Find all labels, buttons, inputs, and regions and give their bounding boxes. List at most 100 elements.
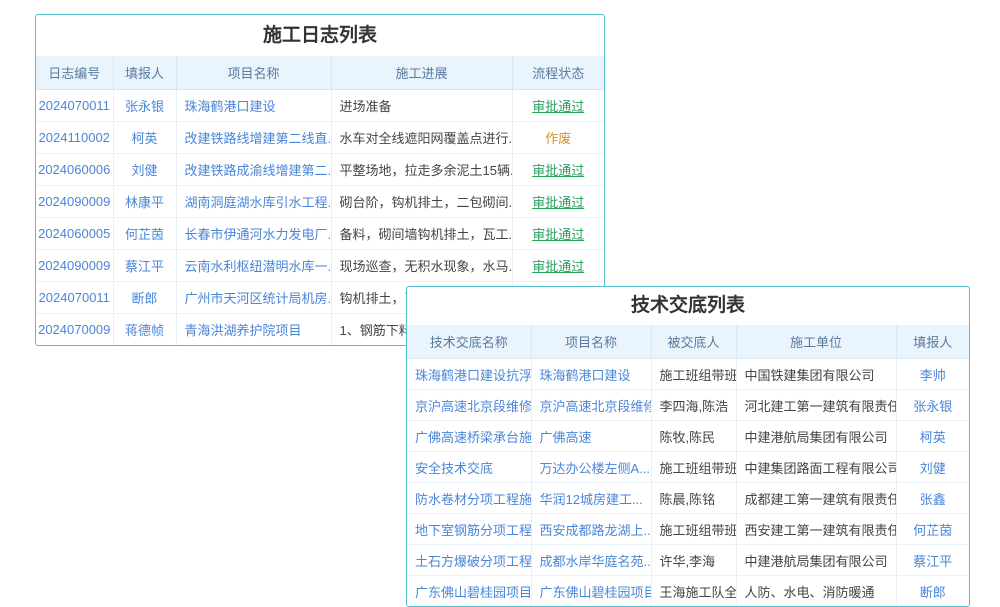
log-progress-cell: 进场准备 [331,90,512,122]
log-reporter-link[interactable]: 张永银 [113,90,176,122]
table-row: 2024060005 何芷茵 长春市伊通河水力发电厂... 备料，砌间墙钩机排土… [36,218,604,250]
log-id-link[interactable]: 2024060006 [36,154,113,186]
disclosure-reporter-link[interactable]: 断郎 [896,576,969,607]
log-status-link[interactable]: 作废 [512,122,604,154]
log-id-link[interactable]: 2024070011 [36,282,113,314]
log-id-link[interactable]: 2024090009 [36,186,113,218]
log-project-link[interactable]: 广州市天河区统计局机房... [176,282,331,314]
disclosure-receiver-cell: 陈牧,陈民 [651,421,736,452]
disclosure-receiver-cell: 施工班组带班... [651,452,736,483]
log-reporter-link[interactable]: 断郎 [113,282,176,314]
col-header-reporter: 填报人 [896,325,969,359]
table-row: 广东佛山碧桂园项目... 广东佛山碧桂园项目 王海施工队全队 人防、水电、消防暖… [407,576,969,607]
table-row: 2024110002 柯英 改建铁路线增建第二线直... 水车对全线遮阳网覆盖点… [36,122,604,154]
col-header-unit: 施工单位 [736,325,896,359]
log-reporter-link[interactable]: 刘健 [113,154,176,186]
disclosure-unit-cell: 人防、水电、消防暖通 [736,576,896,607]
log-id-link[interactable]: 2024110002 [36,122,113,154]
log-status-link[interactable]: 审批通过 [512,186,604,218]
log-reporter-link[interactable]: 林康平 [113,186,176,218]
disclosure-name-link[interactable]: 珠海鹤港口建设抗浮... [407,359,531,390]
construction-log-title: 施工日志列表 [36,15,604,56]
log-reporter-link[interactable]: 蔡江平 [113,250,176,282]
log-progress-cell: 砌台阶，钩机排土，二包砌间... [331,186,512,218]
disclosure-receiver-cell: 许华,李海 [651,545,736,576]
col-header-disclosure-name: 技术交底名称 [407,325,531,359]
disclosure-unit-cell: 中建集团路面工程有限公司 [736,452,896,483]
disclosure-name-link[interactable]: 安全技术交底 [407,452,531,483]
log-project-link[interactable]: 湖南洞庭湖水库引水工程... [176,186,331,218]
disclosure-name-link[interactable]: 广东佛山碧桂园项目... [407,576,531,607]
disclosure-unit-cell: 西安建工第一建筑有限责任公司 [736,514,896,545]
log-reporter-link[interactable]: 柯英 [113,122,176,154]
log-status-link[interactable]: 审批通过 [512,218,604,250]
table-row: 广佛高速桥梁承台施... 广佛高速 陈牧,陈民 中建港航局集团有限公司 柯英 [407,421,969,452]
table-header-row: 技术交底名称 项目名称 被交底人 施工单位 填报人 [407,325,969,359]
log-status-link[interactable]: 审批通过 [512,90,604,122]
log-id-link[interactable]: 2024090009 [36,250,113,282]
disclosure-project-link[interactable]: 京沪高速北京段维修 [531,390,651,421]
disclosure-name-link[interactable]: 地下室钢筋分项工程... [407,514,531,545]
disclosure-receiver-cell: 李四海,陈浩 [651,390,736,421]
tech-disclosure-table: 技术交底名称 项目名称 被交底人 施工单位 填报人 珠海鹤港口建设抗浮... 珠… [407,325,969,606]
disclosure-receiver-cell: 王海施工队全队 [651,576,736,607]
tech-disclosure-title: 技术交底列表 [407,287,969,325]
disclosure-reporter-link[interactable]: 李帅 [896,359,969,390]
table-row: 2024060006 刘健 改建铁路成渝线增建第二... 平整场地，拉走多余泥土… [36,154,604,186]
log-id-link[interactable]: 2024070009 [36,314,113,346]
col-header-progress: 施工进展 [331,56,512,90]
log-project-link[interactable]: 改建铁路成渝线增建第二... [176,154,331,186]
log-status-link[interactable]: 审批通过 [512,250,604,282]
col-header-project: 项目名称 [531,325,651,359]
col-header-project: 项目名称 [176,56,331,90]
log-progress-cell: 备料，砌间墙钩机排土，瓦工... [331,218,512,250]
disclosure-reporter-link[interactable]: 张鑫 [896,483,969,514]
log-progress-cell: 现场巡查，无积水现象，水马... [331,250,512,282]
disclosure-unit-cell: 中建港航局集团有限公司 [736,545,896,576]
disclosure-unit-cell: 中建港航局集团有限公司 [736,421,896,452]
table-header-row: 日志编号 填报人 项目名称 施工进展 流程状态 [36,56,604,90]
col-header-reporter: 填报人 [113,56,176,90]
disclosure-receiver-cell: 施工班组带班... [651,359,736,390]
log-id-link[interactable]: 2024070011 [36,90,113,122]
disclosure-project-link[interactable]: 成都水岸华庭名苑... [531,545,651,576]
log-project-link[interactable]: 青海洪湖养护院项目 [176,314,331,346]
disclosure-reporter-link[interactable]: 刘健 [896,452,969,483]
table-row: 2024070011 张永银 珠海鹤港口建设 进场准备 审批通过 [36,90,604,122]
disclosure-unit-cell: 河北建工第一建筑有限责任公司 [736,390,896,421]
log-progress-cell: 水车对全线遮阳网覆盖点进行... [331,122,512,154]
disclosure-reporter-link[interactable]: 柯英 [896,421,969,452]
disclosure-project-link[interactable]: 万达办公楼左侧A... [531,452,651,483]
disclosure-project-link[interactable]: 珠海鹤港口建设 [531,359,651,390]
log-status-link[interactable]: 审批通过 [512,154,604,186]
table-row: 京沪高速北京段维修... 京沪高速北京段维修 李四海,陈浩 河北建工第一建筑有限… [407,390,969,421]
table-row: 防水卷材分项工程施... 华润12城房建工... 陈晨,陈铭 成都建工第一建筑有… [407,483,969,514]
disclosure-unit-cell: 中国铁建集团有限公司 [736,359,896,390]
col-header-receiver: 被交底人 [651,325,736,359]
log-progress-cell: 平整场地，拉走多余泥土15辆... [331,154,512,186]
disclosure-name-link[interactable]: 京沪高速北京段维修... [407,390,531,421]
disclosure-project-link[interactable]: 广佛高速 [531,421,651,452]
col-header-status: 流程状态 [512,56,604,90]
disclosure-name-link[interactable]: 防水卷材分项工程施... [407,483,531,514]
log-project-link[interactable]: 云南水利枢纽潜明水库一... [176,250,331,282]
log-project-link[interactable]: 长春市伊通河水力发电厂... [176,218,331,250]
disclosure-receiver-cell: 施工班组带班... [651,514,736,545]
tech-disclosure-panel: 技术交底列表 技术交底名称 项目名称 被交底人 施工单位 填报人 珠海鹤港口建设… [406,286,970,607]
disclosure-name-link[interactable]: 广佛高速桥梁承台施... [407,421,531,452]
log-reporter-link[interactable]: 蒋德帧 [113,314,176,346]
disclosure-name-link[interactable]: 土石方爆破分项工程... [407,545,531,576]
disclosure-project-link[interactable]: 广东佛山碧桂园项目 [531,576,651,607]
log-project-link[interactable]: 珠海鹤港口建设 [176,90,331,122]
disclosure-reporter-link[interactable]: 蔡江平 [896,545,969,576]
disclosure-project-link[interactable]: 华润12城房建工... [531,483,651,514]
log-id-link[interactable]: 2024060005 [36,218,113,250]
log-project-link[interactable]: 改建铁路线增建第二线直... [176,122,331,154]
table-row: 安全技术交底 万达办公楼左侧A... 施工班组带班... 中建集团路面工程有限公… [407,452,969,483]
log-reporter-link[interactable]: 何芷茵 [113,218,176,250]
table-row: 地下室钢筋分项工程... 西安成都路龙湖上... 施工班组带班... 西安建工第… [407,514,969,545]
table-row: 珠海鹤港口建设抗浮... 珠海鹤港口建设 施工班组带班... 中国铁建集团有限公… [407,359,969,390]
disclosure-reporter-link[interactable]: 张永银 [896,390,969,421]
disclosure-project-link[interactable]: 西安成都路龙湖上... [531,514,651,545]
disclosure-reporter-link[interactable]: 何芷茵 [896,514,969,545]
